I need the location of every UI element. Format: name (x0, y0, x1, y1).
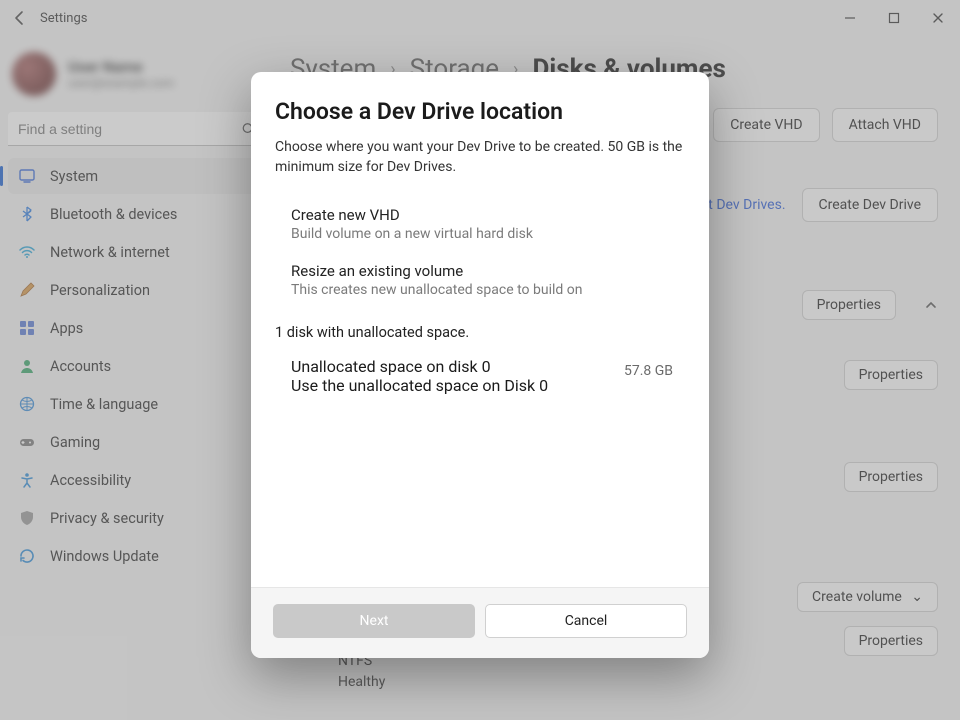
update-icon (18, 547, 36, 565)
profile-block[interactable]: User Name user@example.com (8, 46, 264, 112)
sidebar-item-bluetooth[interactable]: Bluetooth & devices (8, 196, 264, 232)
maximize-icon (888, 12, 900, 24)
option-sub: Use the unallocated space on Disk 0 (291, 376, 624, 395)
sidebar-item-label: Privacy & security (50, 510, 164, 527)
sidebar-item-windows-update[interactable]: Windows Update (8, 538, 264, 574)
sidebar-item-network[interactable]: Network & internet (8, 234, 264, 270)
sidebar-item-label: Personalization (50, 282, 150, 299)
properties-button[interactable]: Properties (844, 360, 938, 390)
sidebar-item-label: Time & language (50, 396, 158, 413)
chevron-down-icon: ⌄ (911, 589, 923, 605)
option-create-new-vhd[interactable]: Create new VHD Build volume on a new vir… (275, 196, 685, 252)
cancel-button[interactable]: Cancel (485, 604, 687, 638)
minimize-icon (844, 12, 856, 24)
titlebar: Settings (0, 0, 960, 36)
globe-icon (18, 395, 36, 413)
system-icon (18, 167, 36, 185)
shield-icon (18, 509, 36, 527)
profile-name: User Name (68, 58, 174, 76)
dialog-footer: Next Cancel (251, 587, 709, 658)
attach-vhd-button[interactable]: Attach VHD (832, 108, 938, 142)
avatar (12, 52, 56, 96)
sidebar-item-label: Accessibility (50, 472, 131, 489)
sidebar-item-system[interactable]: System (8, 158, 264, 194)
sidebar-item-gaming[interactable]: Gaming (8, 424, 264, 460)
close-icon (932, 12, 944, 24)
maximize-button[interactable] (872, 4, 916, 32)
sidebar-item-accessibility[interactable]: Accessibility (8, 462, 264, 498)
sidebar: User Name user@example.com System Blueto… (0, 36, 272, 720)
person-icon (18, 357, 36, 375)
sidebar-item-accounts[interactable]: Accounts (8, 348, 264, 384)
paintbrush-icon (18, 281, 36, 299)
properties-button[interactable]: Properties (844, 462, 938, 492)
sidebar-item-label: Apps (50, 320, 83, 337)
sidebar-item-personalization[interactable]: Personalization (8, 272, 264, 308)
properties-button[interactable]: Properties (802, 290, 896, 320)
sidebar-item-label: Gaming (50, 434, 100, 451)
back-button[interactable] (6, 4, 34, 32)
option-resize-existing[interactable]: Resize an existing volume This creates n… (275, 252, 685, 308)
option-sub: This creates new unallocated space to bu… (291, 282, 685, 298)
minimize-button[interactable] (828, 4, 872, 32)
close-button[interactable] (916, 4, 960, 32)
dev-drive-location-dialog: Choose a Dev Drive location Choose where… (251, 72, 709, 658)
unallocated-section-label: 1 disk with unallocated space. (275, 324, 685, 341)
dialog-title: Choose a Dev Drive location (275, 98, 685, 125)
arrow-left-icon (12, 10, 28, 26)
volume-status: Healthy (338, 672, 938, 693)
option-sub: Build volume on a new virtual hard disk (291, 226, 685, 242)
dialog-subtitle: Choose where you want your Dev Drive to … (275, 137, 685, 178)
accessibility-icon (18, 471, 36, 489)
option-title: Unallocated space on disk 0 (291, 357, 624, 376)
option-title: Create new VHD (291, 206, 685, 224)
create-vhd-button[interactable]: Create VHD (713, 108, 819, 142)
sidebar-item-label: Windows Update (50, 548, 159, 565)
profile-sub: user@example.com (68, 76, 174, 90)
settings-window: Settings User Name user@example.com (0, 0, 960, 720)
sidebar-item-label: Network & internet (50, 244, 170, 261)
option-unallocated-disk0[interactable]: Unallocated space on disk 0 Use the unal… (275, 347, 685, 405)
apps-icon (18, 319, 36, 337)
sidebar-item-label: Accounts (50, 358, 111, 375)
sidebar-item-label: Bluetooth & devices (50, 206, 177, 223)
sidebar-item-label: System (50, 168, 98, 185)
bluetooth-icon (18, 205, 36, 223)
wifi-icon (18, 243, 36, 261)
create-dev-drive-button[interactable]: Create Dev Drive (802, 188, 938, 222)
chevron-up-icon[interactable] (924, 298, 938, 312)
next-button[interactable]: Next (273, 604, 475, 638)
properties-button[interactable]: Properties (844, 626, 938, 656)
sidebar-item-apps[interactable]: Apps (8, 310, 264, 346)
window-title: Settings (40, 11, 87, 26)
gamepad-icon (18, 433, 36, 451)
option-title: Resize an existing volume (291, 262, 685, 280)
sidebar-item-time-language[interactable]: Time & language (8, 386, 264, 422)
nav-list: System Bluetooth & devices Network & int… (8, 158, 264, 574)
search-box (8, 112, 264, 146)
disk-size: 57.8 GB (624, 363, 681, 379)
sidebar-item-privacy[interactable]: Privacy & security (8, 500, 264, 536)
search-input[interactable] (8, 112, 264, 146)
create-volume-button[interactable]: Create volume ⌄ (797, 582, 938, 612)
